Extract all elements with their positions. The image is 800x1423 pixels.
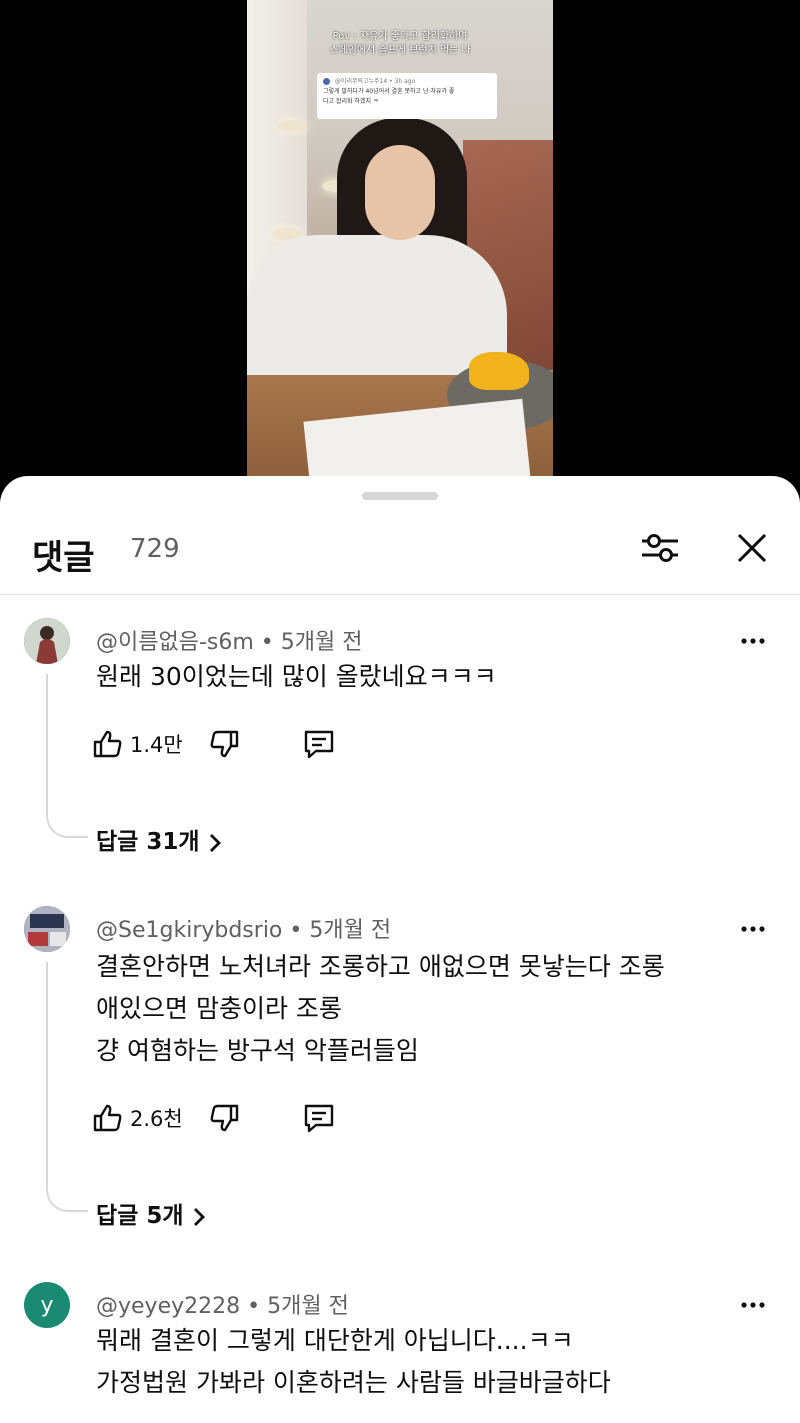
avatar[interactable] [24,618,70,664]
comment-text-line: 가정법원 가봐라 이혼하려는 사람들 바글바글하다 [96,1368,611,1397]
comment-time: 5개월 전 [309,918,392,943]
comment-author-line: @yeyey2228 • 5개월 전 [96,1288,349,1320]
like-button[interactable]: 1.4만 [92,724,183,764]
reply-button[interactable] [302,1098,336,1138]
separator: • [260,630,274,655]
drag-handle[interactable] [362,492,438,500]
view-replies-button[interactable]: 답글 5개 [96,1196,206,1230]
comment-text-line: 원래 30이었는데 많이 올랐네요ㅋㅋㅋ [96,662,497,691]
comments-header: 댓글 729 [0,518,800,594]
video-reply-card: @이리쭈릭고누주14 • 3h ago 그렇게 말하다가 40넘어서 결혼 못하… [317,73,497,119]
chevron-right-icon [209,833,221,852]
avatar-letter: y [40,1292,54,1318]
reply-card-meta: @이리쭈릭고누주14 • 3h ago [323,77,491,87]
video-food [469,352,529,390]
comment-text-line: 걍 여혐하는 방구석 악플러들임 [96,1036,419,1065]
video-caption: Pov : 자유가 좋다고 합리화하며 스페인에서 슬프게 브런치 먹는 나 [247,30,553,58]
reply-card-avatar [323,78,330,85]
thread-line [46,674,88,838]
close-icon [737,533,767,563]
avatar[interactable]: y [24,1282,70,1328]
avatar-image [24,906,70,952]
avatar[interactable] [24,906,70,952]
comment-author[interactable]: @이름없음-s6m [96,630,254,655]
comment-time: 5개월 전 [267,1294,349,1319]
thumbs-up-icon [93,730,122,758]
like-count: 1.4만 [130,733,183,757]
more-vertical-icon [741,1302,765,1308]
more-vertical-icon [741,926,765,932]
comments-count: 729 [130,534,180,564]
dislike-button[interactable] [208,1098,242,1138]
comment-text-line: 애있으면 맘충이라 조롱 [96,994,342,1023]
like-count: 2.6천 [130,1107,183,1131]
comment-text-line: 결혼안하면 노처녀라 조롱하고 애없으면 못낳는다 조롱 [96,952,665,981]
thread-line [46,962,88,1212]
reply-card-text: 그렇게 말하다가 40넘어서 결혼 못하고 난 자유가 좋 [323,88,455,95]
more-vertical-icon [741,638,765,644]
chevron-right-icon [193,1207,205,1226]
comments-title: 댓글 [32,538,95,578]
reply-card-author: @이리쭈릭고누주14 [334,78,388,85]
comment-text: 원래 30이었는데 많이 올랐네요ㅋㅋㅋ [96,656,497,698]
avatar-image [24,618,70,664]
video-caption-line: 스페인에서 슬프게 브런치 먹는 나 [329,45,471,56]
reply-button[interactable] [302,724,336,764]
header-divider [0,594,800,595]
separator: • [247,1294,261,1319]
comment-actions: 1.4만 [92,724,352,764]
reply-card-text: 다고 합리화 하겠지 ㅋ [323,98,379,105]
view-replies-button[interactable]: 답글 31개 [96,822,222,856]
comment-text: 뭐래 결혼이 그렇게 대단한게 아닙니다....ㅋㅋ 가정법원 가봐라 이혼하려… [96,1320,611,1404]
separator: • [289,918,303,943]
replies-label: 답글 5개 [96,1203,184,1229]
comment-author[interactable]: @Se1gkirybdsrio [96,918,282,943]
comment-author[interactable]: @yeyey2228 [96,1294,240,1319]
comment-text: 결혼안하면 노처녀라 조롱하고 애없으면 못낳는다 조롱 애있으면 맘충이라 조… [96,946,665,1072]
more-options-button[interactable] [740,916,766,942]
video-lamp [277,120,307,132]
video-player[interactable]: Pov : 자유가 좋다고 합리화하며 스페인에서 슬프게 브런치 먹는 나 @… [0,0,800,490]
dislike-button[interactable] [208,724,242,764]
comment-icon [304,730,334,759]
more-options-button[interactable] [740,1292,766,1318]
separator: • [389,78,393,85]
thumbs-down-icon [210,730,239,758]
comment-author-line: @이름없음-s6m • 5개월 전 [96,624,363,656]
comment-actions: 2.6천 [92,1098,352,1138]
filter-button[interactable] [636,524,684,572]
comment-author-line: @Se1gkirybdsrio • 5개월 전 [96,912,391,944]
reply-card-time: 3h ago [394,78,416,85]
video-caption-line: Pov : 자유가 좋다고 합리화하며 [332,31,468,42]
video-person-face [365,145,435,240]
comment-icon [304,1104,334,1133]
video-frame[interactable]: Pov : 자유가 좋다고 합리화하며 스페인에서 슬프게 브런치 먹는 나 @… [247,0,553,490]
thumbs-down-icon [210,1104,239,1132]
more-options-button[interactable] [740,628,766,654]
replies-label: 답글 31개 [96,829,200,855]
close-button[interactable] [728,524,776,572]
comments-sheet: 댓글 729 @이름없음-s6m • 5개월 전 원래 30이었는데 많이 올랐… [0,476,800,1423]
comment-time: 5개월 전 [280,630,363,655]
like-button[interactable]: 2.6천 [92,1098,183,1138]
comment-text-line: 뭐래 결혼이 그렇게 대단한게 아닙니다....ㅋㅋ [96,1326,574,1355]
sliders-icon [642,534,678,562]
thumbs-up-icon [93,1104,122,1132]
